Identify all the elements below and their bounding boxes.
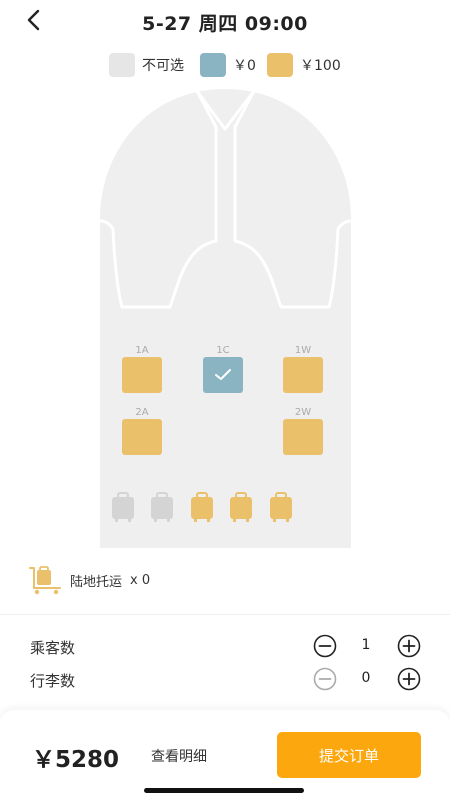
check-icon: [215, 369, 231, 380]
legend-swatch: [109, 53, 135, 77]
legend-free: ￥0: [200, 53, 256, 77]
seat-label-1a: 1A: [135, 345, 149, 356]
seat-label-1w: 1W: [294, 345, 312, 356]
plus-circle-icon[interactable]: [397, 634, 421, 658]
divider: [0, 614, 450, 615]
luggage-cart-icon: [29, 566, 61, 595]
baggage-count-row: 行李数 0: [0, 664, 450, 694]
home-indicator: [144, 788, 304, 793]
checkout-bar: ￥5280 查看明细 提交订单: [0, 710, 450, 800]
seat-1w[interactable]: [283, 357, 323, 393]
aircraft-seat-map: [100, 89, 351, 548]
header: 5-27 周四 09:00: [0, 0, 450, 44]
plus-circle-icon[interactable]: [397, 667, 421, 691]
legend-label: ￥0: [233, 58, 256, 74]
seat-legend: 不可选 ￥0 ￥100: [0, 53, 450, 77]
luggage-slot-icon: [112, 492, 134, 522]
luggage-slot-icon[interactable]: [229, 492, 253, 522]
passenger-count-label: 乘客数: [30, 639, 76, 657]
luggage-slot-icon[interactable]: [190, 492, 214, 522]
legend-swatch: [200, 53, 226, 77]
legend-unavailable: 不可选: [109, 53, 184, 77]
luggage-slot-icon[interactable]: [269, 492, 293, 522]
passenger-count-value: 1: [361, 637, 371, 653]
seat-1c[interactable]: [203, 357, 243, 393]
seat-label-2a: 2A: [135, 407, 149, 418]
seat-1a[interactable]: [122, 357, 162, 393]
seat-2a[interactable]: [122, 419, 162, 455]
view-details-link[interactable]: 查看明细: [151, 746, 207, 766]
minus-circle-icon[interactable]: [313, 667, 337, 691]
ground-shipping-count: x 0: [130, 572, 151, 588]
page-title: 5-27 周四 09:00: [142, 13, 308, 35]
baggage-count-label: 行李数: [30, 672, 76, 690]
ground-shipping-label: 陆地托运: [70, 574, 123, 590]
legend-swatch: [267, 53, 293, 77]
legend-label: ￥100: [300, 58, 341, 74]
luggage-slot-icon: [151, 492, 173, 522]
legend-label: 不可选: [142, 58, 184, 74]
total-price: ￥5280: [32, 747, 120, 773]
ground-shipping: 陆地托运 x 0: [28, 565, 150, 595]
submit-order-button[interactable]: 提交订单: [277, 732, 421, 778]
baggage-count-value: 0: [361, 670, 371, 686]
seat-label-1c: 1C: [216, 345, 230, 356]
passenger-count-row: 乘客数 1: [0, 631, 450, 661]
minus-circle-icon[interactable]: [313, 634, 337, 658]
legend-paid: ￥100: [267, 53, 341, 77]
seat-2w[interactable]: [283, 419, 323, 455]
seat-label-2w: 2W: [294, 407, 312, 418]
